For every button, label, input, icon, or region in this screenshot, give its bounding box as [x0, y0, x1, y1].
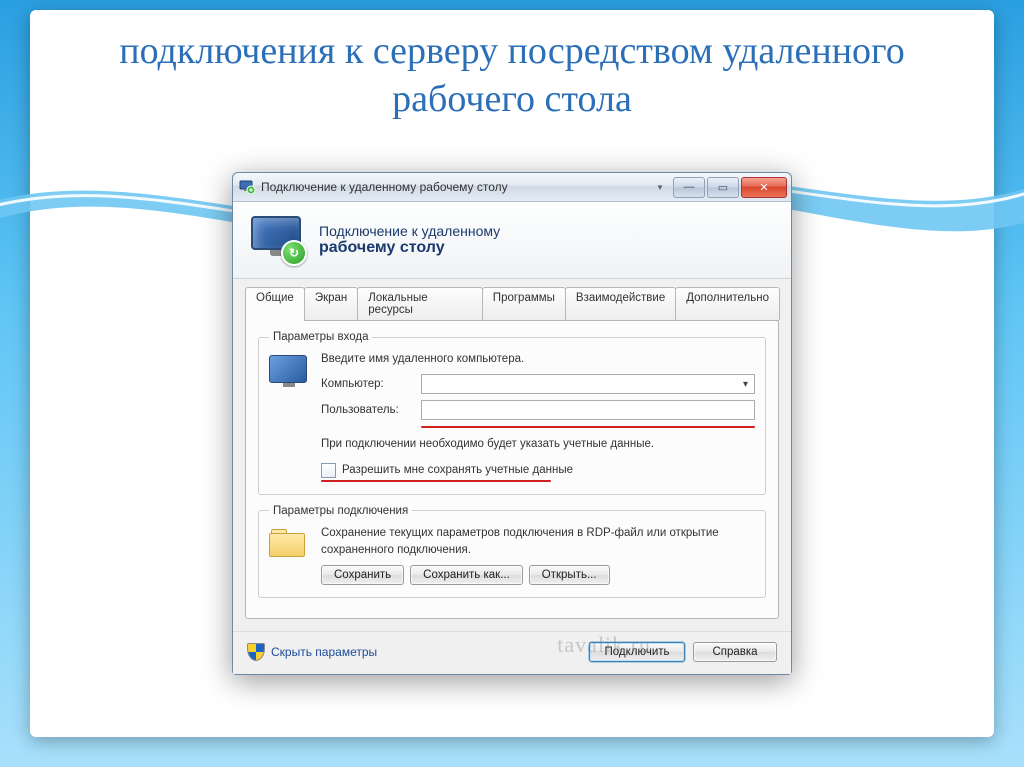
close-button[interactable]: ✕ [741, 177, 787, 198]
app-icon [239, 179, 255, 195]
header-line2: рабочему столу [319, 239, 500, 257]
connection-params-description: Сохранение текущих параметров подключени… [321, 525, 755, 560]
hide-options-label: Скрыть параметры [271, 645, 377, 659]
tab-general[interactable]: Общие [245, 287, 305, 321]
rdp-banner-icon: ↻ [251, 216, 305, 264]
computer-icon [269, 351, 309, 387]
tab-experience[interactable]: Взаимодействие [565, 287, 676, 320]
computer-combobox[interactable] [421, 374, 755, 394]
maximize-button[interactable]: ▭ [707, 177, 739, 198]
shield-icon [247, 643, 265, 661]
dialog-header: ↻ Подключение к удаленному рабочему стол… [233, 202, 791, 279]
open-button[interactable]: Открыть... [529, 565, 610, 585]
login-params-legend: Параметры входа [269, 331, 372, 343]
credentials-hint: При подключении необходимо будет указать… [321, 436, 755, 453]
connection-params-legend: Параметры подключения [269, 505, 412, 517]
tab-strip: Общие Экран Локальные ресурсы Программы … [245, 287, 779, 321]
user-label: Пользователь: [321, 402, 421, 419]
slide-title: подключения к серверу посредством удален… [30, 10, 994, 135]
login-instruction: Введите имя удаленного компьютера. [321, 351, 755, 368]
folder-icon [269, 525, 309, 557]
titlebar[interactable]: Подключение к удаленному рабочему столу … [233, 173, 791, 202]
connect-button[interactable]: Подключить [589, 642, 685, 662]
header-line1: Подключение к удаленному [319, 223, 500, 239]
slide-frame: подключения к серверу посредством удален… [30, 10, 994, 737]
titlebar-dropdown-icon[interactable]: ▼ [653, 178, 667, 196]
emphasis-underline-checkbox [321, 480, 551, 482]
tab-advanced[interactable]: Дополнительно [675, 287, 780, 320]
save-button[interactable]: Сохранить [321, 565, 404, 585]
emphasis-underline-user [421, 426, 755, 428]
hide-options-link[interactable]: Скрыть параметры [247, 643, 377, 661]
save-as-button[interactable]: Сохранить как... [410, 565, 523, 585]
dialog-footer: Скрыть параметры Подключить Справка [233, 631, 791, 674]
minimize-button[interactable]: — [673, 177, 705, 198]
rdp-dialog-window: Подключение к удаленному рабочему столу … [232, 172, 792, 675]
window-title: Подключение к удаленному рабочему столу [261, 180, 653, 194]
tab-local-resources[interactable]: Локальные ресурсы [357, 287, 483, 320]
login-params-group: Параметры входа Введите имя удаленного к… [258, 331, 766, 495]
tab-programs[interactable]: Программы [482, 287, 566, 320]
tab-panel-general: Параметры входа Введите имя удаленного к… [245, 320, 779, 619]
tab-display[interactable]: Экран [304, 287, 358, 320]
save-credentials-label: Разрешить мне сохранять учетные данные [342, 462, 573, 479]
connection-params-group: Параметры подключения Сохранение текущих… [258, 505, 766, 599]
help-button[interactable]: Справка [693, 642, 777, 662]
save-credentials-checkbox[interactable] [321, 463, 336, 478]
computer-label: Компьютер: [321, 376, 421, 393]
user-input[interactable] [421, 400, 755, 420]
